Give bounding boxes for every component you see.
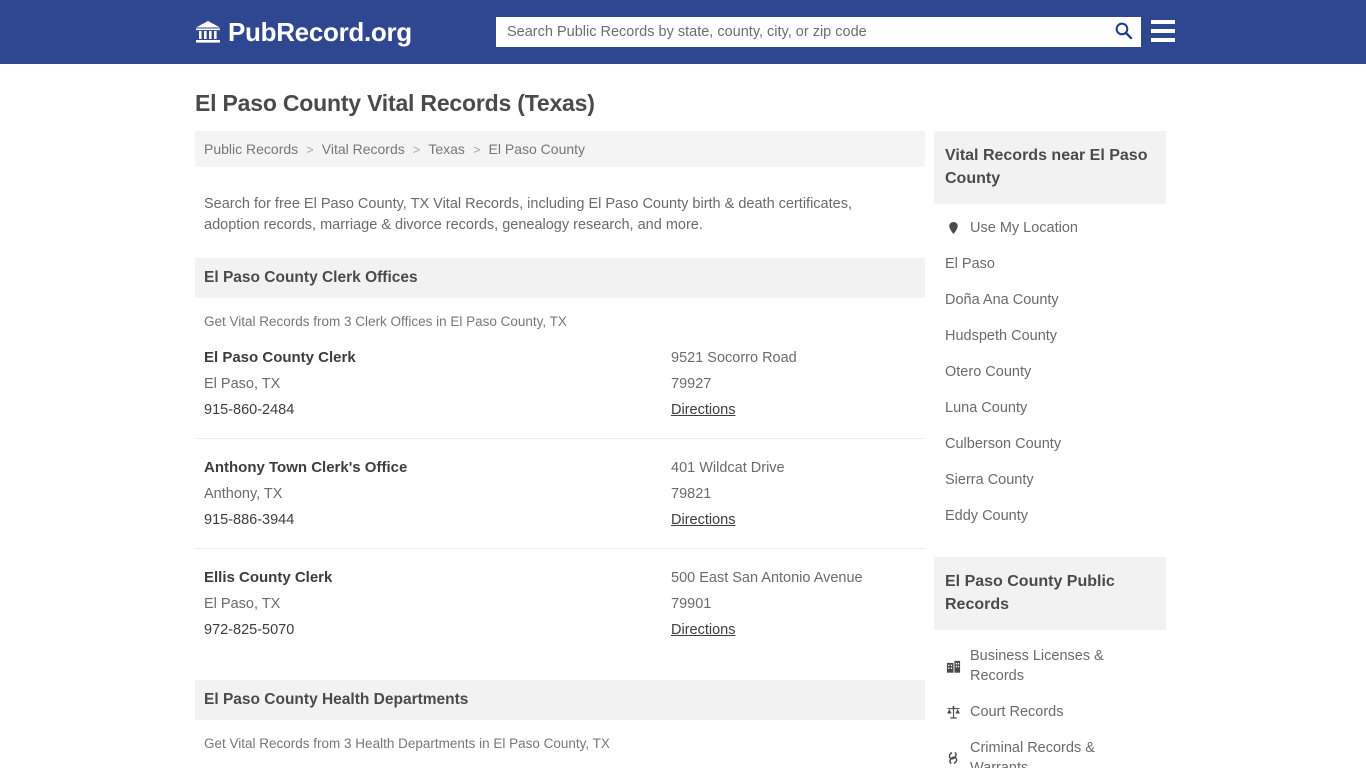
listing-address-info: 9521 Socorro Road 79927 Directions (671, 345, 916, 423)
sidebar-nearby-item-luna-county[interactable]: Luna County (934, 390, 1166, 426)
breadcrumb-item[interactable]: Public Records (204, 141, 298, 157)
hamburger-bar (1151, 29, 1175, 33)
sections-container: El Paso County Clerk Offices Get Vital Re… (195, 257, 925, 768)
search-button[interactable] (1105, 17, 1141, 47)
sidebar-item-label: Business Licenses & Records (970, 648, 1104, 684)
listing-row: Ellis County Clerk El Paso, TX 972-825-507… (195, 549, 925, 658)
sidebar-nearby-item-sierra-county[interactable]: Sierra County (934, 462, 1166, 498)
directions-container: Directions (671, 397, 916, 423)
directions-container: Directions (671, 617, 916, 643)
sidebar-item-label: Court Records (970, 704, 1064, 720)
listing-city-state: El Paso, TX (204, 595, 281, 612)
sidebar-record-item-court-records[interactable]: Court Records (934, 694, 1166, 730)
listing-primary-info: Ellis County Clerk El Paso, TX 972-825-507… (204, 565, 671, 643)
sidebar-public-records-list: Business Licenses & Records Court Records… (934, 630, 1166, 768)
search-bar (496, 17, 1141, 47)
search-icon (1114, 21, 1133, 43)
page-intro-text: Search for free El Paso County, TX Vital… (204, 195, 852, 233)
hamburger-bar (1151, 38, 1175, 42)
hamburger-menu-icon[interactable] (1151, 20, 1175, 42)
site-logo[interactable]: PubRecord.org (195, 17, 412, 48)
sidebar-nearby-item-otero-county[interactable]: Otero County (934, 354, 1166, 390)
site-logo-text: PubRecord.org (228, 16, 412, 47)
breadcrumb-item[interactable]: Texas (428, 141, 465, 157)
sidebar-item-label: Culberson County (945, 436, 1062, 452)
content-columns: Public Records > Vital Records > Texas > El Pa… (0, 131, 1366, 768)
sidebar-item-label: Eddy County (945, 508, 1029, 524)
sidebar-record-item-business-licenses-records[interactable]: Business Licenses & Records (934, 638, 1166, 694)
sidebar-nearby-item-eddy-county[interactable]: Eddy County (934, 498, 1166, 534)
directions-link[interactable]: Directions (671, 507, 735, 533)
sidebar-nearby-item-el-paso[interactable]: El Paso (934, 246, 1166, 282)
breadcrumb-item[interactable]: El Paso County (489, 141, 586, 157)
briefcase-icon (945, 658, 961, 674)
sidebar-item-label: Criminal Records & Warrants (970, 740, 1095, 768)
listing-primary-info: El Paso County Clerk El Paso, TX 915-860-2… (204, 345, 671, 423)
listing-zip: 79821 (671, 485, 712, 502)
section-heading: El Paso County Health Departments (195, 679, 925, 720)
bank-building-icon (195, 19, 221, 45)
sidebar-item-label: Doña Ana County (945, 292, 1059, 308)
listing-city-state: Anthony, TX (204, 485, 283, 502)
breadcrumb-separator: > (472, 141, 481, 157)
listing-name-link[interactable]: El Paso County Clerk (204, 345, 671, 371)
sidebar-item-label: Use My Location (970, 220, 1078, 236)
section-heading: El Paso County Clerk Offices (195, 257, 925, 298)
directions-link[interactable]: Directions (671, 617, 735, 643)
listing-row: El Paso County Clerk El Paso, TX 915-860-2… (195, 329, 925, 439)
breadcrumb: Public Records > Vital Records > Texas > El Pa… (195, 131, 925, 167)
directions-container: Directions (671, 507, 916, 533)
breadcrumb-separator: > (306, 141, 314, 157)
main-content: Public Records > Vital Records > Texas > El Pa… (195, 131, 925, 768)
listing-address-info: 401 Wildcat Drive 79821 Directions (671, 455, 916, 533)
breadcrumb-separator: > (412, 141, 421, 157)
sidebar-public-records-block: El Paso County Public Records Business L… (934, 557, 1166, 768)
sidebar: Vital Records near El Paso County Use My… (934, 131, 1166, 768)
sidebar-nearby-item-culberson-county[interactable]: Culberson County (934, 426, 1166, 462)
listing-name-link[interactable]: Ellis County Clerk (204, 565, 671, 591)
breadcrumb-item[interactable]: Vital Records (322, 141, 405, 157)
directions-link[interactable]: Directions (671, 397, 735, 423)
listing-primary-info: Anthony Town Clerk's Office Anthony, TX 91… (204, 455, 671, 533)
sidebar-public-records-heading: El Paso County Public Records (934, 557, 1166, 630)
hamburger-bar (1151, 20, 1175, 24)
listing-zip: 79927 (671, 375, 712, 392)
sidebar-item-label: Sierra County (945, 472, 1034, 488)
section-subheading: Get Vital Records from 3 Health Departme… (204, 735, 610, 751)
sidebar-nearby-item-hudspeth-county[interactable]: Hudspeth County (934, 318, 1166, 354)
sidebar-nearby-item-do-a-ana-county[interactable]: Doña Ana County (934, 282, 1166, 318)
listing-street: 9521 Socorro Road (671, 349, 797, 366)
sidebar-nearby-block: Vital Records near El Paso County Use My… (934, 131, 1166, 534)
handcuffs-icon (945, 750, 961, 766)
search-input[interactable] (496, 17, 1105, 47)
page-title: El Paso County Vital Records (Texas) (195, 90, 595, 116)
page-body: El Paso County Vital Records (Texas) Pub… (0, 64, 1366, 768)
sidebar-nearby-list: Use My Location El Paso Doña Ana County Hud… (934, 204, 1166, 534)
sidebar-item-label: El Paso (945, 256, 995, 272)
listing-row: City Of El Paso Department Of Public Hea… (195, 751, 925, 768)
listing-city-state: El Paso, TX (204, 375, 281, 392)
sidebar-item-label: Luna County (945, 400, 1028, 416)
section-subheading: Get Vital Records from 3 Clerk Offices i… (204, 313, 567, 329)
records-section: El Paso County Health Departments Get Vit… (195, 679, 925, 768)
listing-name-link[interactable]: Anthony Town Clerk's Office (204, 455, 671, 481)
sidebar-item-label: Hudspeth County (945, 328, 1058, 344)
listing-phone-link[interactable]: 915-886-3944 (204, 507, 671, 533)
map-pin-icon (945, 220, 961, 236)
records-section: El Paso County Clerk Offices Get Vital Re… (195, 257, 925, 658)
scales-of-justice-icon (945, 704, 961, 720)
listing-phone-link[interactable]: 915-860-2484 (204, 397, 671, 423)
listing-street: 401 Wildcat Drive (671, 459, 785, 476)
site-header: PubRecord.org (0, 0, 1366, 64)
sidebar-item-label: Otero County (945, 364, 1032, 380)
sidebar-record-item-criminal-records-warrants[interactable]: Criminal Records & Warrants (934, 730, 1166, 768)
listing-zip: 79901 (671, 595, 712, 612)
listing-phone-link[interactable]: 972-825-5070 (204, 617, 671, 643)
listing-row: Anthony Town Clerk's Office Anthony, TX 91… (195, 439, 925, 549)
sidebar-nearby-item-use-my-location[interactable]: Use My Location (934, 210, 1166, 246)
listing-address-info: 500 East San Antonio Avenue 79901 Directio… (671, 565, 916, 643)
sidebar-nearby-heading: Vital Records near El Paso County (934, 131, 1166, 204)
listing-street: 500 East San Antonio Avenue (671, 569, 863, 586)
